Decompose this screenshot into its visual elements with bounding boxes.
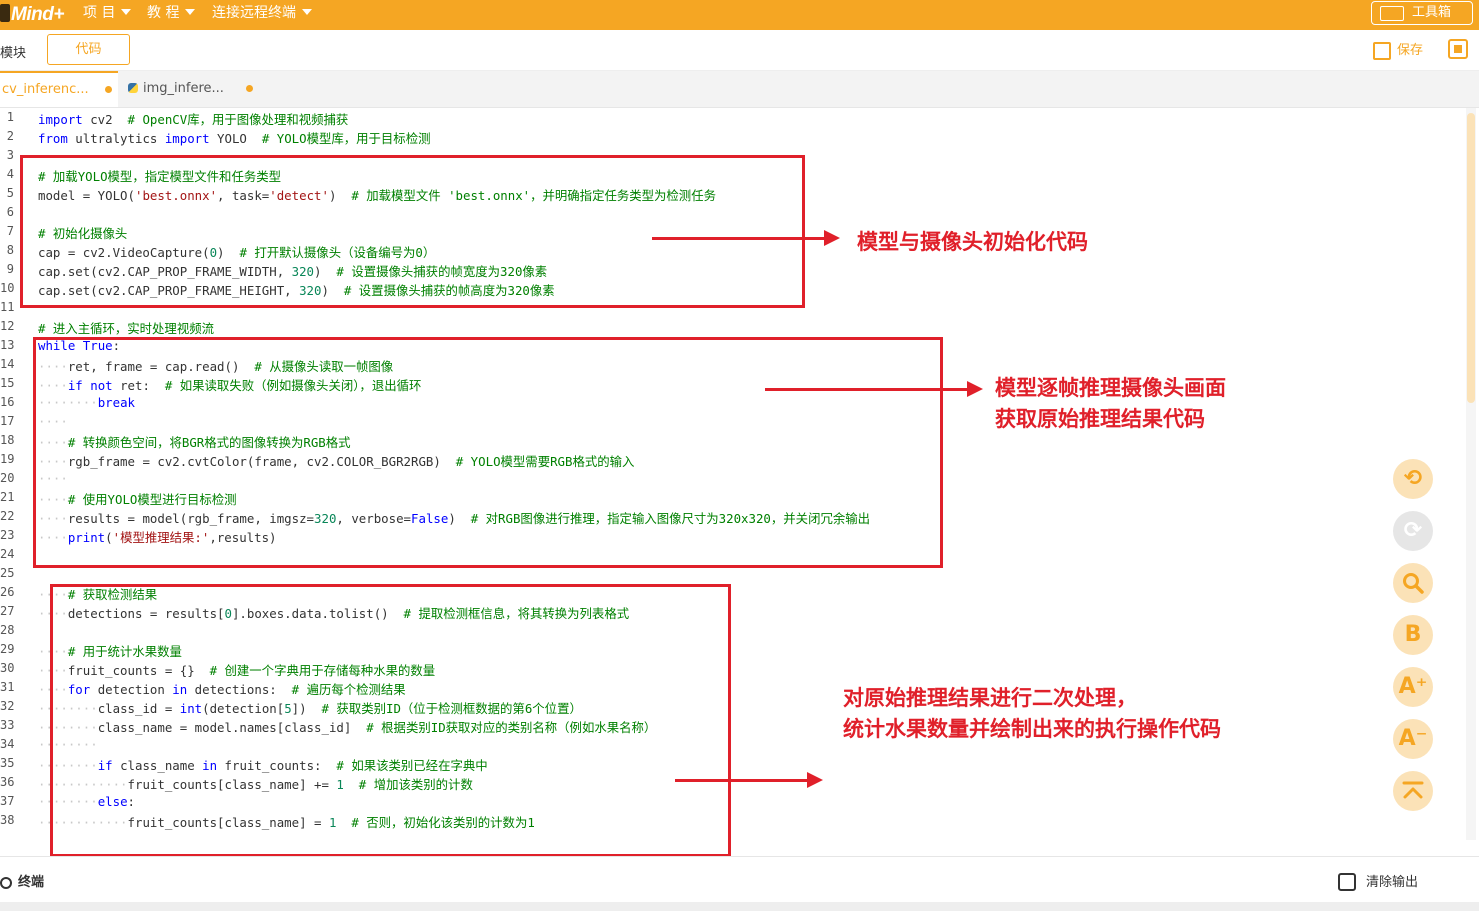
- line-number: 34: [0, 737, 15, 751]
- annotation-label-postprocess: 对原始推理结果进行二次处理， 统计水果数量并绘制出来的执行操作代码: [843, 686, 1221, 741]
- line-number: 15: [0, 376, 15, 390]
- unsaved-dot-icon: [246, 85, 254, 92]
- search-icon: [1403, 573, 1424, 594]
- line-number: 5: [6, 186, 14, 200]
- line-number: 20: [0, 471, 15, 485]
- line-number: 12: [0, 319, 15, 333]
- menu-project[interactable]: 项 目: [83, 0, 132, 30]
- line-number: 2: [6, 129, 14, 143]
- font-increase-icon: A⁺: [1398, 674, 1428, 699]
- menu-tutorial[interactable]: 教 程: [147, 0, 196, 30]
- line-number: 1: [6, 110, 14, 124]
- line-number: 25: [0, 566, 15, 580]
- chevron-down-icon: [302, 9, 312, 15]
- font-decrease-button[interactable]: A⁻: [1393, 719, 1433, 759]
- file-tabs: cv_inferenc... img_infere...: [0, 71, 1479, 108]
- line-number: 21: [0, 490, 15, 504]
- line-number: 17: [0, 414, 15, 428]
- line-number: 16: [0, 395, 15, 409]
- font-decrease-icon: A⁻: [1398, 726, 1428, 751]
- clear-icon: [1338, 873, 1356, 891]
- line-number: 19: [0, 452, 15, 466]
- line-number: 23: [0, 528, 15, 542]
- horizontal-scrollbar[interactable]: [0, 902, 1479, 911]
- chevron-down-icon: [121, 9, 132, 15]
- line-number: 13: [0, 338, 15, 352]
- line-number: 38: [0, 813, 15, 827]
- scroll-top-icon: [1402, 781, 1424, 799]
- line-number: 9: [6, 262, 14, 276]
- line-number: 24: [0, 547, 15, 561]
- line-number: 35: [0, 756, 15, 770]
- annotation-box-postprocess: [50, 584, 731, 857]
- chevron-down-icon: [185, 9, 196, 15]
- annotation-box-inference: [33, 337, 943, 568]
- line-number: 31: [0, 680, 15, 694]
- line-number: 11: [0, 300, 15, 314]
- search-button[interactable]: [1393, 563, 1433, 603]
- annotation-box-init: [20, 155, 805, 308]
- clear-output-button[interactable]: 清除输出: [1338, 871, 1418, 891]
- tab-code[interactable]: 代码: [47, 34, 130, 65]
- redo-button[interactable]: ⟳: [1393, 511, 1433, 551]
- redo-icon: ⟳: [1403, 518, 1423, 543]
- code-line: import cv2 # OpenCV库，用于图像处理和视频捕获: [38, 112, 349, 127]
- code-line: # 进入主循环，实时处理视频流: [38, 321, 214, 336]
- line-number: 27: [0, 604, 15, 618]
- annotation-label-init: 模型与摄像头初始化代码: [857, 230, 1088, 254]
- annotation-arrow: [675, 772, 823, 788]
- toolbox-button[interactable]: 工具箱: [1371, 1, 1473, 25]
- annotation-label-inference: 模型逐帧推理摄像头画面 获取原始推理结果代码: [995, 376, 1226, 431]
- line-number: 29: [0, 642, 15, 656]
- line-number: 4: [6, 167, 14, 181]
- menu-remote-terminal[interactable]: 连接远程终端: [212, 0, 312, 30]
- scroll-top-button[interactable]: [1393, 771, 1433, 811]
- line-number: 18: [0, 433, 15, 447]
- code-line: from ultralytics import YOLO # YOLO模型库，用…: [38, 131, 431, 146]
- terminal-icon: [0, 877, 12, 889]
- line-number: 8: [6, 243, 14, 257]
- line-number: 7: [6, 224, 14, 238]
- unsaved-dot-icon: [104, 86, 112, 93]
- line-number: 28: [0, 623, 15, 637]
- python-file-icon: [128, 83, 138, 93]
- format-button[interactable]: B: [1393, 615, 1433, 655]
- top-menu-bar: Mind+ 项 目 教 程 连接远程终端 工具箱: [0, 0, 1479, 30]
- scrollbar-thumb[interactable]: [1467, 113, 1475, 403]
- logo-icon: [0, 4, 10, 22]
- annotation-arrow: [765, 381, 983, 397]
- format-icon: B: [1404, 622, 1422, 647]
- line-number: 30: [0, 661, 15, 675]
- mode-toolbar: 模块 代码 保存: [0, 30, 1479, 71]
- annotation-arrow: [652, 230, 840, 246]
- line-number: 33: [0, 718, 15, 732]
- line-number: 14: [0, 357, 15, 371]
- line-number: 36: [0, 775, 15, 789]
- save-button[interactable]: 保存: [1373, 39, 1423, 60]
- vertical-scrollbar[interactable]: [1466, 108, 1476, 840]
- line-number: 26: [0, 585, 15, 599]
- line-number: 10: [0, 281, 15, 295]
- toolbox-icon: [1380, 6, 1404, 21]
- line-number: 22: [0, 509, 15, 523]
- file-tab-active[interactable]: cv_inferenc...: [0, 71, 118, 107]
- undo-button[interactable]: ⟲: [1393, 459, 1433, 499]
- tab-module[interactable]: 模块: [0, 42, 26, 61]
- font-increase-button[interactable]: A⁺: [1393, 667, 1433, 707]
- line-number: 3: [6, 148, 14, 162]
- stop-icon[interactable]: [1448, 39, 1468, 59]
- terminal-tab[interactable]: 终端: [0, 871, 44, 890]
- file-tab[interactable]: img_infere...: [128, 71, 254, 107]
- line-number: 37: [0, 794, 15, 808]
- line-number: 32: [0, 699, 15, 713]
- undo-icon: ⟲: [1403, 466, 1423, 491]
- app-logo: Mind+: [0, 2, 64, 28]
- save-icon: [1373, 42, 1391, 60]
- line-number: 6: [6, 205, 14, 219]
